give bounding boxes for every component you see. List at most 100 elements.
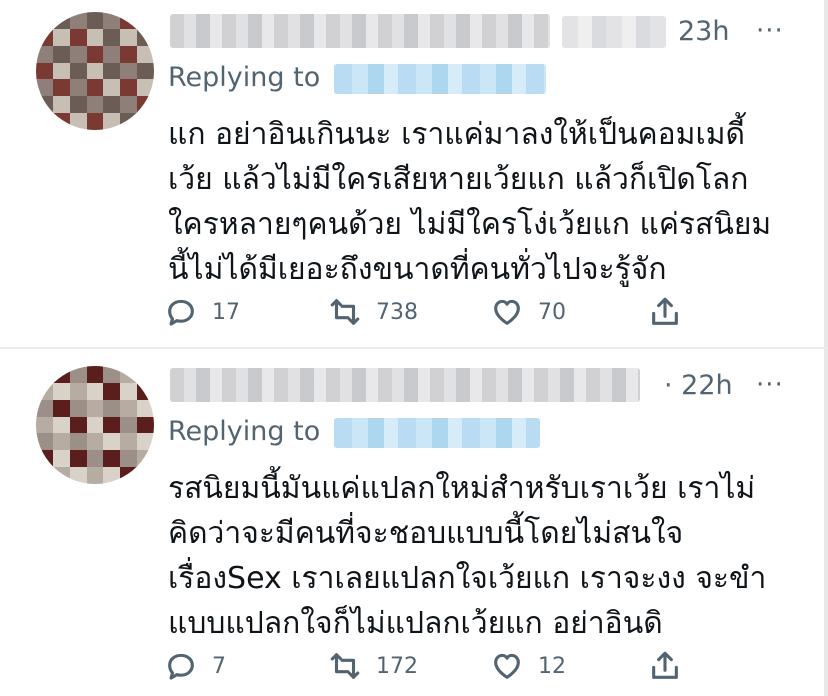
like-button[interactable]: 12	[490, 646, 566, 686]
share-icon	[652, 651, 678, 679]
tweet-text: แก อย่าอินเกินนะ เราแค่มาลงให้เป็นคอมเมด…	[168, 112, 808, 292]
avatar-pixel	[137, 382, 154, 400]
reply-button[interactable]: 7	[164, 646, 226, 686]
avatar[interactable]	[36, 366, 154, 484]
avatar-pixel	[120, 79, 138, 97]
avatar-pixel	[52, 113, 70, 130]
avatar-pixel	[86, 45, 104, 63]
reply-button[interactable]: 17	[164, 292, 240, 332]
more-options-icon[interactable]: ···	[756, 370, 784, 400]
avatar-pixel	[103, 382, 121, 400]
avatar-pixel	[103, 96, 121, 114]
avatar-pixel	[69, 12, 87, 29]
avatar-pixel	[69, 433, 87, 451]
like-button[interactable]: 70	[490, 292, 566, 332]
timestamp[interactable]: 23h	[678, 16, 729, 47]
avatar-pixel	[36, 433, 53, 451]
avatar-pixel	[103, 79, 121, 97]
display-name-redacted[interactable]	[170, 14, 550, 48]
replying-to-handle-redacted[interactable]	[334, 64, 546, 94]
replying-to-label: Replying to	[168, 62, 321, 93]
share-icon	[652, 297, 678, 325]
avatar-pixel	[120, 366, 138, 383]
reply-count: 7	[212, 653, 226, 679]
avatar-pixel	[52, 467, 70, 484]
avatar-pixel	[120, 399, 138, 417]
avatar-pixel	[36, 62, 53, 80]
tweet-actions: 7 172 12	[164, 646, 724, 686]
share-button[interactable]	[648, 646, 682, 686]
avatar-pixel	[103, 416, 121, 434]
replying-to-label: Replying to	[168, 416, 321, 447]
display-name-redacted[interactable]	[170, 368, 640, 402]
tweet-text-line: นี้ไม่ได้มีเยอะถึงขนาดที่คนทั่วไปจะรู้จั…	[168, 252, 667, 287]
avatar-pixel	[36, 12, 53, 29]
avatar[interactable]	[36, 12, 154, 130]
avatar-pixel	[103, 28, 121, 46]
more-options-icon[interactable]: ···	[756, 16, 784, 46]
avatar-pixel	[120, 450, 138, 468]
avatar-pixel	[120, 416, 138, 434]
avatar-pixel	[86, 382, 104, 400]
tweet-text-line: แบบแปลกใจก็ไม่แปลกเว้ยแก อย่าอินดิ	[168, 606, 663, 641]
avatar-pixel	[52, 382, 70, 400]
heart-icon	[494, 653, 520, 679]
replying-to-handle-redacted[interactable]	[334, 418, 540, 448]
heart-icon	[494, 299, 520, 325]
avatar-pixel	[52, 62, 70, 80]
avatar-pixel	[69, 450, 87, 468]
avatar-pixel	[52, 366, 70, 383]
avatar-pixel	[36, 28, 53, 46]
avatar-pixel	[137, 467, 154, 484]
avatar-pixel	[52, 45, 70, 63]
avatar-pixel	[36, 366, 53, 383]
avatar-pixel	[69, 467, 87, 484]
tweet-actions: 17 738 70	[164, 292, 724, 332]
avatar-pixel	[52, 28, 70, 46]
retweet-count: 738	[376, 299, 418, 325]
retweet-icon	[330, 299, 360, 325]
avatar-pixel	[86, 433, 104, 451]
avatar-pixel	[137, 366, 154, 383]
avatar-pixel	[103, 62, 121, 80]
avatar-pixel	[36, 113, 53, 130]
avatar-pixel	[52, 416, 70, 434]
reply-count: 17	[212, 299, 240, 325]
avatar-pixel	[103, 450, 121, 468]
reply-icon	[168, 653, 194, 680]
tweet-text: รสนิยมนี้มันแค่แปลกใหม่สำหรับเราเว้ย เรา…	[168, 466, 808, 646]
avatar-pixel	[69, 28, 87, 46]
avatar-pixel	[120, 96, 138, 114]
retweet-button[interactable]: 172	[328, 646, 418, 686]
retweet-button[interactable]: 738	[328, 292, 418, 332]
avatar-pixel	[52, 96, 70, 114]
avatar-pixel	[103, 12, 121, 29]
avatar-pixel	[86, 467, 104, 484]
tweet-text-line: เรื่องSex เราเลยแปลกใจเว้ยแก เราจะงง จะข…	[168, 561, 767, 596]
avatar-pixel	[137, 113, 154, 130]
avatar-pixel	[36, 382, 53, 400]
avatar-pixel	[52, 433, 70, 451]
timestamp[interactable]: · 22h	[664, 370, 733, 401]
avatar-pixel	[120, 382, 138, 400]
share-button[interactable]	[648, 292, 682, 332]
avatar-pixel	[69, 45, 87, 63]
handle-redacted[interactable]	[562, 16, 666, 48]
tweet-text-line: ใครหลายๆคนด้วย ไม่มีใครโง่เว้ยแก แค่รสนิ…	[168, 207, 772, 242]
avatar-pixel	[137, 399, 154, 417]
avatar-pixel	[69, 399, 87, 417]
avatar-pixel	[103, 433, 121, 451]
avatar-pixel	[120, 62, 138, 80]
tweet-text-line: คิดว่าจะมีคนที่จะชอบแบบนี้โดยไม่สนใจ	[168, 516, 684, 551]
avatar-pixel	[86, 12, 104, 29]
avatar-pixel	[103, 113, 121, 130]
avatar-pixel	[36, 416, 53, 434]
avatar-pixel	[137, 450, 154, 468]
avatar-pixel	[137, 433, 154, 451]
avatar-pixel	[137, 45, 154, 63]
avatar-pixel	[86, 79, 104, 97]
tweet-card[interactable]: 23h ··· Replying to แก อย่าอินเกินนะ เรา…	[0, 0, 828, 348]
avatar-pixel	[120, 467, 138, 484]
avatar-pixel	[36, 467, 53, 484]
avatar-pixel	[69, 382, 87, 400]
